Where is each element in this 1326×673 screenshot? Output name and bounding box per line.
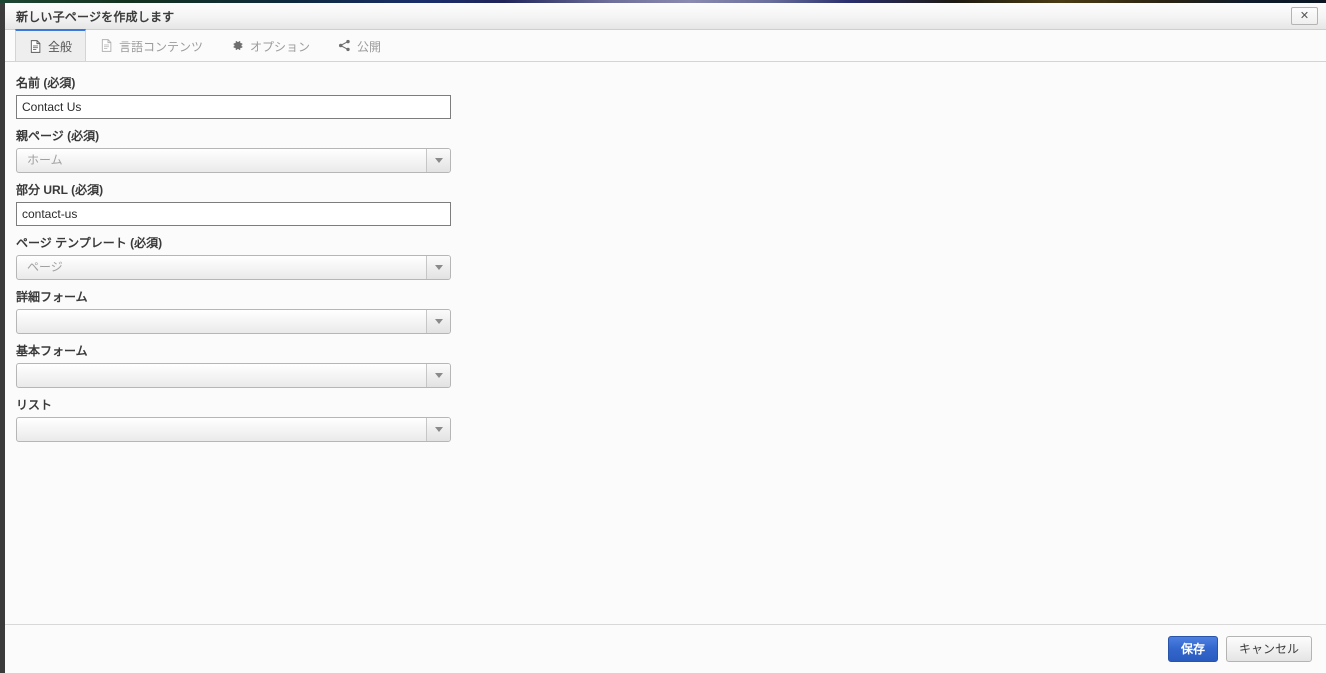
field-page-template: ページ テンプレート (必須) ページ [16,236,451,280]
basic-form-select-value [27,364,420,387]
gear-icon [231,39,244,52]
dialog-titlebar: 新しい子ページを作成します ✕ [5,3,1326,30]
field-list: リスト [16,398,451,442]
field-parent-page: 親ページ (必須) ホーム [16,129,451,173]
close-icon[interactable]: ✕ [1291,7,1318,25]
field-page-template-label: ページ テンプレート (必須) [16,236,163,250]
parent-page-select-value: ホーム [27,153,63,167]
dialog-title: 新しい子ページを作成します [16,9,175,24]
document-icon [29,39,42,53]
tab-general-label: 全般 [48,40,73,54]
detail-form-select[interactable] [16,309,451,334]
list-select[interactable] [16,417,451,442]
detail-form-select-value [27,310,420,333]
field-name-label: 名前 (必須) [16,76,76,90]
field-detail-form: 詳細フォーム [16,290,451,334]
tab-general[interactable]: 全般 [15,29,87,61]
dialog-form-body: 名前 (必須) 親ページ (必須) ホーム 部分 URL (必須) ページ テン… [5,62,1326,624]
chevron-down-icon[interactable] [426,310,450,333]
field-parent-page-label: 親ページ (必須) [16,129,100,143]
dialog-tabstrip: 全般 言語コンテンツ オプション 公開 [5,29,1326,62]
field-url-slug-label: 部分 URL (必須) [16,183,104,197]
field-basic-form-label: 基本フォーム [16,344,88,358]
create-child-page-dialog: 新しい子ページを作成します ✕ 全般 言語コンテンツ オプション 公開 名前 (… [0,3,1326,673]
page-template-select-value: ページ [27,260,63,274]
field-name: 名前 (必須) [16,76,451,119]
chevron-down-icon[interactable] [426,149,450,172]
url-slug-field[interactable] [16,202,451,226]
tab-publish[interactable]: 公開 [324,29,395,61]
basic-form-select[interactable] [16,363,451,388]
chevron-down-icon[interactable] [426,364,450,387]
tab-language-content[interactable]: 言語コンテンツ [86,29,217,61]
tab-language-content-label: 言語コンテンツ [119,39,204,54]
chevron-down-icon[interactable] [426,418,450,441]
field-url-slug: 部分 URL (必須) [16,183,451,226]
tab-publish-label: 公開 [357,39,382,54]
field-list-label: リスト [16,398,53,412]
cancel-button[interactable]: キャンセル [1225,636,1312,662]
chevron-down-icon[interactable] [426,256,450,279]
document-icon [100,39,113,52]
dialog-footer: 保存 キャンセル [5,624,1326,673]
share-icon [338,39,351,52]
list-select-value [27,418,420,441]
tab-options-label: オプション [250,39,311,54]
tab-options[interactable]: オプション [217,29,324,61]
save-button[interactable]: 保存 [1167,636,1218,662]
field-detail-form-label: 詳細フォーム [16,290,88,304]
page-template-select[interactable]: ページ [16,255,451,280]
parent-page-select[interactable]: ホーム [16,148,451,173]
name-field[interactable] [16,95,451,119]
field-basic-form: 基本フォーム [16,344,451,388]
